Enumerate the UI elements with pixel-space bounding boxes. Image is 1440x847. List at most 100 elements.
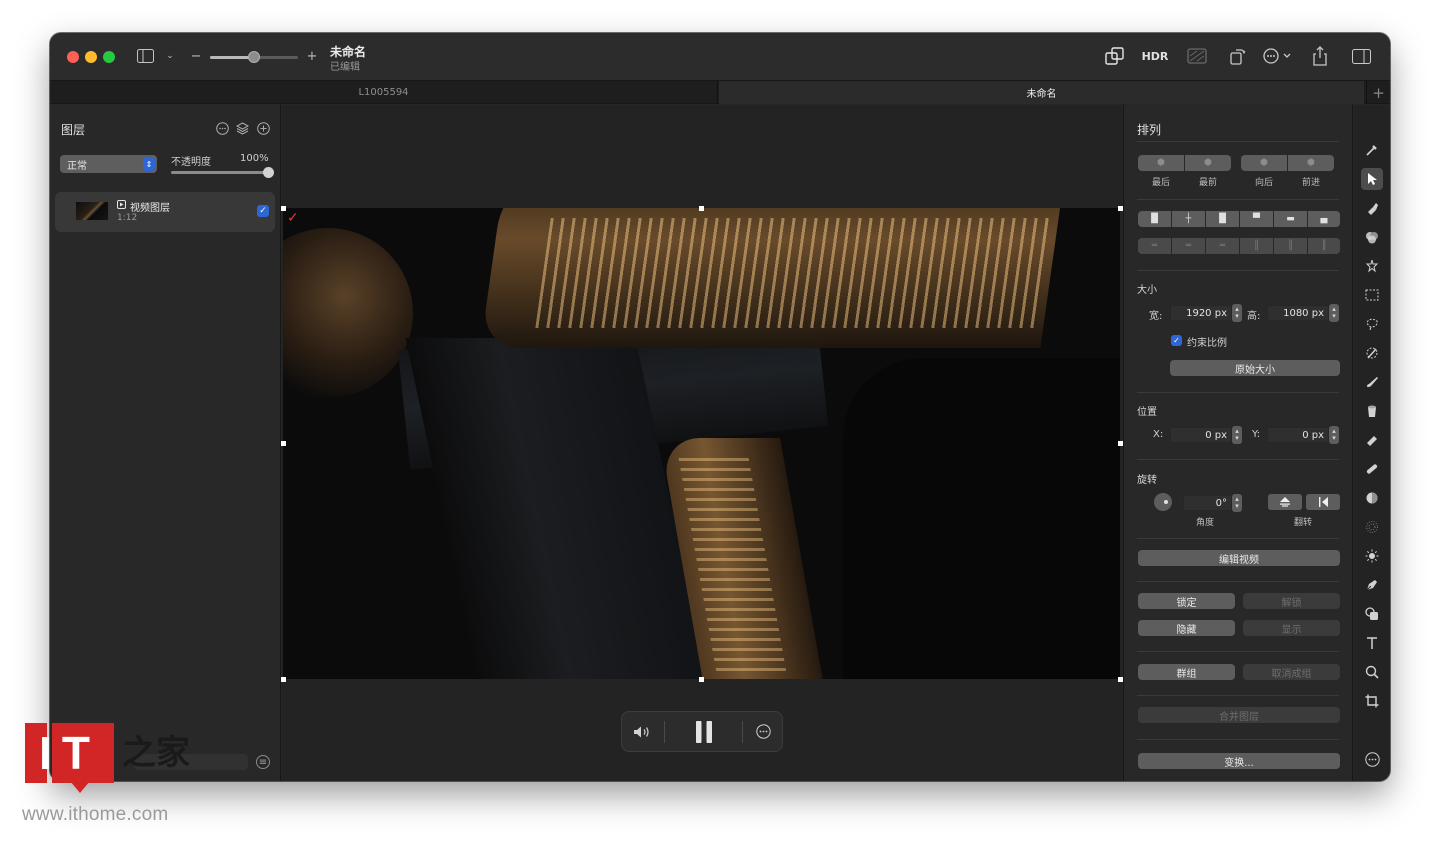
send-to-back-button[interactable]: ⬢	[1138, 155, 1184, 171]
rectangle-select-icon[interactable]	[1361, 284, 1383, 306]
more-tools-icon[interactable]	[1361, 748, 1383, 770]
magic-wand-icon[interactable]	[1361, 255, 1383, 277]
bring-to-front-button[interactable]: ⬢	[1185, 155, 1231, 171]
group-button[interactable]: 群组	[1138, 664, 1235, 680]
resize-handle-bottom[interactable]	[699, 677, 704, 682]
height-stepper[interactable]: ▴ ▾	[1329, 304, 1339, 322]
bandage-repair-icon[interactable]	[1361, 458, 1383, 480]
close-window-button[interactable]	[67, 51, 79, 63]
flip-horizontal-button[interactable]	[1306, 494, 1340, 510]
opacity-slider-knob[interactable]	[263, 167, 274, 178]
x-stepper[interactable]: ▴ ▾	[1232, 426, 1242, 444]
bring-forward-button[interactable]: ⬢	[1288, 155, 1334, 171]
original-size-button[interactable]: 原始大小	[1170, 360, 1340, 376]
blur-tool-icon[interactable]	[1361, 516, 1383, 538]
layer-stack-icon[interactable]	[235, 121, 249, 135]
distribute-middle-button[interactable]: ═	[1172, 238, 1205, 254]
clone-stamp-icon[interactable]	[1361, 487, 1383, 509]
tab-untitled[interactable]: 未命名	[719, 81, 1364, 104]
send-backward-button[interactable]: ⬢	[1241, 155, 1287, 171]
width-stepper[interactable]: ▴ ▾	[1232, 304, 1242, 322]
distribute-left-button[interactable]: ║	[1240, 238, 1273, 254]
y-input[interactable]: 0 px	[1267, 427, 1329, 443]
volume-icon[interactable]	[628, 712, 656, 751]
zoom-out-button[interactable]: −	[190, 47, 202, 65]
layer-visibility-checkbox[interactable]: ✓	[257, 205, 269, 217]
lighten-sun-icon[interactable]	[1361, 545, 1383, 567]
eraser-icon[interactable]	[1361, 429, 1383, 451]
shapes-tool-icon[interactable]	[1361, 603, 1383, 625]
pen-tool-icon[interactable]	[1361, 574, 1383, 596]
mask-icon[interactable]	[1186, 46, 1208, 66]
height-input[interactable]: 1080 px	[1267, 305, 1329, 321]
color-profile-icon[interactable]	[1104, 46, 1126, 66]
crop-tool-icon[interactable]	[1361, 690, 1383, 712]
layers-more-icon[interactable]	[215, 121, 229, 135]
inspector-toggle-icon[interactable]	[1350, 47, 1372, 65]
angle-stepper[interactable]: ▴ ▾	[1232, 494, 1242, 512]
rotation-dial[interactable]	[1154, 493, 1172, 511]
pause-icon[interactable]	[689, 712, 719, 751]
lasso-select-icon[interactable]	[1361, 313, 1383, 335]
flip-vertical-button[interactable]	[1268, 494, 1302, 510]
align-middle-button[interactable]: ▬	[1274, 211, 1307, 227]
paint-brush-icon[interactable]	[1361, 371, 1383, 393]
distribute-top-button[interactable]: ═	[1138, 238, 1171, 254]
resize-handle-top-left[interactable]	[281, 206, 286, 211]
color-adjust-icon[interactable]	[1361, 226, 1383, 248]
more-options-ellipsis-icon[interactable]	[1262, 46, 1296, 66]
text-tool-icon[interactable]	[1361, 632, 1383, 654]
angle-input[interactable]: 0°	[1183, 495, 1232, 511]
resize-handle-left[interactable]	[281, 441, 286, 446]
lock-button[interactable]: 锁定	[1138, 593, 1235, 609]
divider	[1137, 392, 1339, 393]
smart-selection-brush-icon[interactable]	[1361, 197, 1383, 219]
y-stepper[interactable]: ▴ ▾	[1329, 426, 1339, 444]
add-layer-icon[interactable]	[256, 121, 270, 135]
arrow-select-tool-icon[interactable]	[1361, 168, 1383, 190]
maximize-window-button[interactable]	[103, 51, 115, 63]
playback-more-icon[interactable]	[750, 712, 776, 751]
sidebar-toggle-icon[interactable]	[136, 48, 154, 64]
opacity-slider[interactable]	[171, 167, 274, 178]
share-icon[interactable]	[1310, 45, 1330, 67]
retouch-tool-icon[interactable]	[1361, 342, 1383, 364]
edit-video-button[interactable]: 编辑视频	[1138, 550, 1340, 566]
align-left-button[interactable]: ▐▌	[1138, 211, 1171, 227]
zoom-slider[interactable]	[210, 51, 298, 63]
minimize-window-button[interactable]	[85, 51, 97, 63]
show-button[interactable]: 显示	[1243, 620, 1340, 636]
constrain-proportions-checkbox[interactable]: ✓	[1171, 335, 1182, 346]
align-right-button[interactable]: ▐▌	[1206, 211, 1239, 227]
video-frame[interactable]: ✓	[283, 208, 1120, 679]
zoom-tool-icon[interactable]	[1361, 661, 1383, 683]
distribute-bottom-button[interactable]: ═	[1206, 238, 1239, 254]
transform-button[interactable]: 变换...	[1138, 753, 1340, 769]
rotate-icon[interactable]	[1226, 46, 1248, 66]
distribute-center-button[interactable]: ║	[1274, 238, 1307, 254]
distribute-right-button[interactable]: ║	[1308, 238, 1340, 254]
zoom-slider-knob[interactable]	[248, 51, 260, 63]
layer-row-video[interactable]: 视频图层 1:12 ✓	[55, 192, 275, 232]
align-center-horizontal-button[interactable]: ┼	[1172, 211, 1205, 227]
paint-bucket-icon[interactable]	[1361, 400, 1383, 422]
unlock-button[interactable]: 解锁	[1243, 593, 1340, 609]
merge-layers-button[interactable]: 合并图层	[1138, 707, 1340, 723]
hdr-toggle-button[interactable]: HDR	[1136, 46, 1174, 66]
filter-icon[interactable]: ≡	[256, 755, 270, 769]
width-input[interactable]: 1920 px	[1170, 305, 1232, 321]
x-input[interactable]: 0 px	[1170, 427, 1232, 443]
tab-l1005594[interactable]: L1005594	[50, 81, 718, 104]
new-tab-button[interactable]: +	[1366, 81, 1390, 104]
resize-handle-top[interactable]	[699, 206, 704, 211]
canvas-area[interactable]: ✓	[281, 105, 1123, 781]
hide-button[interactable]: 隐藏	[1138, 620, 1235, 636]
eyedropper-tool-icon[interactable]	[1361, 139, 1383, 161]
ungroup-button[interactable]: 取消成组	[1243, 664, 1340, 680]
sidebar-menu-chevron-down-icon[interactable]: ⌄	[164, 49, 176, 63]
resize-handle-bottom-left[interactable]	[281, 677, 286, 682]
blend-mode-select[interactable]: 正常 ⇕	[60, 155, 157, 173]
align-bottom-button[interactable]: ▄	[1308, 211, 1340, 227]
zoom-in-button[interactable]: +	[306, 47, 318, 65]
align-top-button[interactable]: ▀	[1240, 211, 1273, 227]
